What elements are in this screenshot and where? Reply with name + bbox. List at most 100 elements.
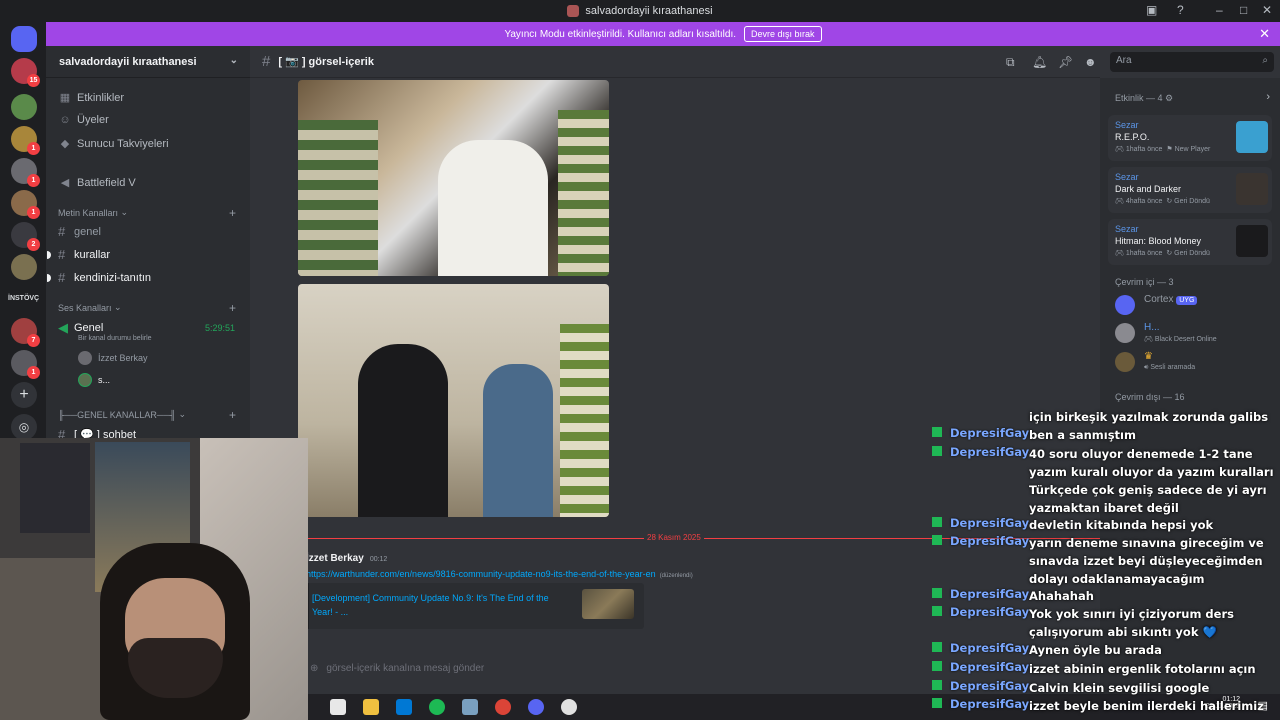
inbox-icon[interactable]: ▣: [1146, 3, 1157, 17]
chevron-right-icon[interactable]: ›: [1266, 91, 1270, 103]
add-channel-icon[interactable]: +: [229, 408, 236, 422]
chat-text: ben a sanmıştım: [1029, 428, 1136, 442]
discord-icon[interactable]: [528, 699, 544, 715]
unread-badge: 1: [27, 142, 40, 155]
stream-chat-overlay: için birkeşik yazılmak zorunda galibs De…: [928, 406, 1280, 716]
explorer-icon[interactable]: [330, 699, 346, 715]
server-icon[interactable]: 1: [11, 190, 40, 219]
spotify-icon[interactable]: [429, 699, 445, 715]
server-icon[interactable]: [11, 94, 37, 120]
channel-label: kurallar: [74, 248, 111, 261]
chat-username: DepresifGay: [950, 587, 1030, 601]
avatar: [78, 351, 92, 365]
obs-icon[interactable]: [561, 699, 577, 715]
activity-card[interactable]: Sezar R.E.P.O. 🎮︎ 1hafta önce ⚑ New Play…: [1108, 115, 1272, 161]
server-name-header[interactable]: salvadordayii kıraathanesi ⌄: [46, 46, 250, 78]
add-channel-icon[interactable]: +: [229, 301, 236, 315]
close-icon[interactable]: ✕: [1259, 26, 1270, 42]
search-icon: ⌕: [1262, 55, 1268, 66]
offline-header: Çevrim dışı — 16: [1115, 392, 1185, 402]
chat-text: devletin kitabında hepsi yok: [1029, 518, 1214, 532]
activity-tag: Geri Döndü: [1174, 198, 1210, 205]
server-icon[interactable]: 2: [11, 222, 40, 251]
category-text-channels[interactable]: Metin Kanalları ⌄ +: [58, 206, 238, 220]
server-icon[interactable]: 1: [11, 126, 40, 155]
category-label: ╟──GENEL KANALLAR──╢: [58, 409, 176, 420]
server-icon[interactable]: 15: [11, 58, 40, 87]
activity-header-label: Etkinlik — 4: [1115, 93, 1163, 103]
folder-icon[interactable]: [363, 699, 379, 715]
member-list-icon[interactable]: ☻: [1084, 55, 1097, 69]
embed-title[interactable]: [Development] Community Update No.9: It'…: [312, 591, 570, 619]
server-icon[interactable]: [11, 254, 37, 280]
discord-home-icon[interactable]: [11, 26, 37, 52]
sidebar-item-events[interactable]: ▦ Etkinlikler: [58, 91, 124, 105]
channel-kurallar[interactable]: # kurallar: [58, 247, 110, 262]
category-general[interactable]: ╟──GENEL KANALLAR──╢ ⌄ +: [58, 408, 238, 422]
add-server-icon[interactable]: +: [11, 382, 37, 408]
avatar: [1115, 323, 1135, 343]
attachment-image[interactable]: [298, 80, 609, 276]
activity-user: Sezar: [1115, 224, 1139, 234]
chat-username: DepresifGay: [950, 534, 1030, 548]
outlook-icon[interactable]: [396, 699, 412, 715]
avatar: [1115, 352, 1135, 372]
channel-header: # [ 📷 ] görsel-içerik ⧉ 🔔︎ 📌︎ ☻: [250, 46, 1100, 78]
close-window-button[interactable]: ✕: [1262, 3, 1272, 17]
chevron-down-icon[interactable]: ⌄: [230, 55, 238, 66]
sidebar-item-boosts[interactable]: ◆ Sunucu Takviyeleri: [58, 137, 169, 151]
message-input-placeholder: görsel-içerik kanalına mesaj gönder: [326, 662, 485, 674]
help-icon[interactable]: ?: [1177, 3, 1184, 17]
activity-card[interactable]: Sezar Hitman: Blood Money 🎮︎ 1hafta önce…: [1108, 219, 1272, 265]
channel-label: kendinizi-tanıtın: [74, 271, 152, 284]
search-input[interactable]: Ara ⌕: [1110, 52, 1274, 72]
activity-card[interactable]: Sezar Dark and Darker 🎮︎ 4hafta önce ↻ G…: [1108, 167, 1272, 213]
add-channel-icon[interactable]: +: [229, 206, 236, 220]
member-status-text: Black Desert Online: [1154, 336, 1217, 343]
message-author[interactable]: İzzet Berkay 00:12: [306, 553, 387, 564]
chat-username: DepresifGay: [950, 426, 1030, 440]
chat-username: DepresifGay: [950, 516, 1030, 530]
activity-time: 1hafta önce: [1125, 250, 1163, 257]
app-icon[interactable]: [462, 699, 478, 715]
voice-status[interactable]: Bir kanal durumu belirle: [78, 335, 152, 342]
category-label: Ses Kanalları: [58, 302, 112, 313]
embed-thumbnail[interactable]: [582, 589, 634, 619]
message-link[interactable]: https://warthunder.com/en/news/9816-comm…: [306, 569, 693, 579]
chat-text: Calvin klein sevgilisi google: [1029, 681, 1210, 695]
unread-badge: 7: [27, 334, 40, 347]
voice-channel-battlefield[interactable]: ◀ Battlefield V: [58, 176, 136, 190]
voice-user[interactable]: İzzet Berkay: [98, 353, 148, 363]
pin-icon[interactable]: 📌︎: [1058, 55, 1073, 69]
attach-icon[interactable]: ⊕: [310, 663, 318, 674]
voice-channel-genel[interactable]: ◀ Genel 5:29:51: [58, 320, 238, 336]
server-icon[interactable]: 7: [11, 318, 40, 347]
channel-kendinizi-tanitin[interactable]: # kendinizi-tanıtın: [58, 270, 151, 285]
game-thumbnail: [1236, 121, 1268, 153]
window-title: salvadordayii kıraathanesi: [585, 5, 713, 17]
voice-user[interactable]: s...: [98, 375, 110, 385]
bell-icon[interactable]: 🔔︎: [1032, 55, 1047, 69]
twitch-badge-icon: [932, 606, 942, 616]
category-voice-channels[interactable]: Ses Kanalları ⌄ +: [58, 301, 238, 315]
unread-badge: 1: [27, 366, 40, 379]
maximize-button[interactable]: □: [1240, 3, 1247, 17]
server-label: İNSTÖVÇ: [8, 295, 40, 302]
webcam-overlay: [0, 438, 308, 720]
disable-streamer-mode-button[interactable]: Devre dışı bırak: [744, 26, 822, 42]
channel-genel[interactable]: # genel: [58, 224, 101, 239]
attachment-image[interactable]: [298, 284, 609, 517]
minimize-button[interactable]: –: [1216, 3, 1223, 17]
discover-icon[interactable]: ◎: [11, 414, 37, 440]
activity-user: Sezar: [1115, 120, 1139, 130]
activity-game: R.E.P.O.: [1115, 132, 1150, 142]
window-titlebar: salvadordayii kıraathanesi ▣ ? – □ ✕: [0, 0, 1280, 22]
threads-icon[interactable]: ⧉: [1006, 55, 1015, 70]
channel-label: genel: [74, 225, 101, 238]
sidebar-item-label: Üyeler: [77, 114, 109, 126]
server-icon[interactable]: 1: [11, 350, 40, 379]
activity-game: Dark and Darker: [1115, 184, 1182, 194]
server-icon[interactable]: 1: [11, 158, 40, 187]
sidebar-item-members[interactable]: ☺ Üyeler: [58, 114, 109, 126]
chrome-icon[interactable]: [495, 699, 511, 715]
